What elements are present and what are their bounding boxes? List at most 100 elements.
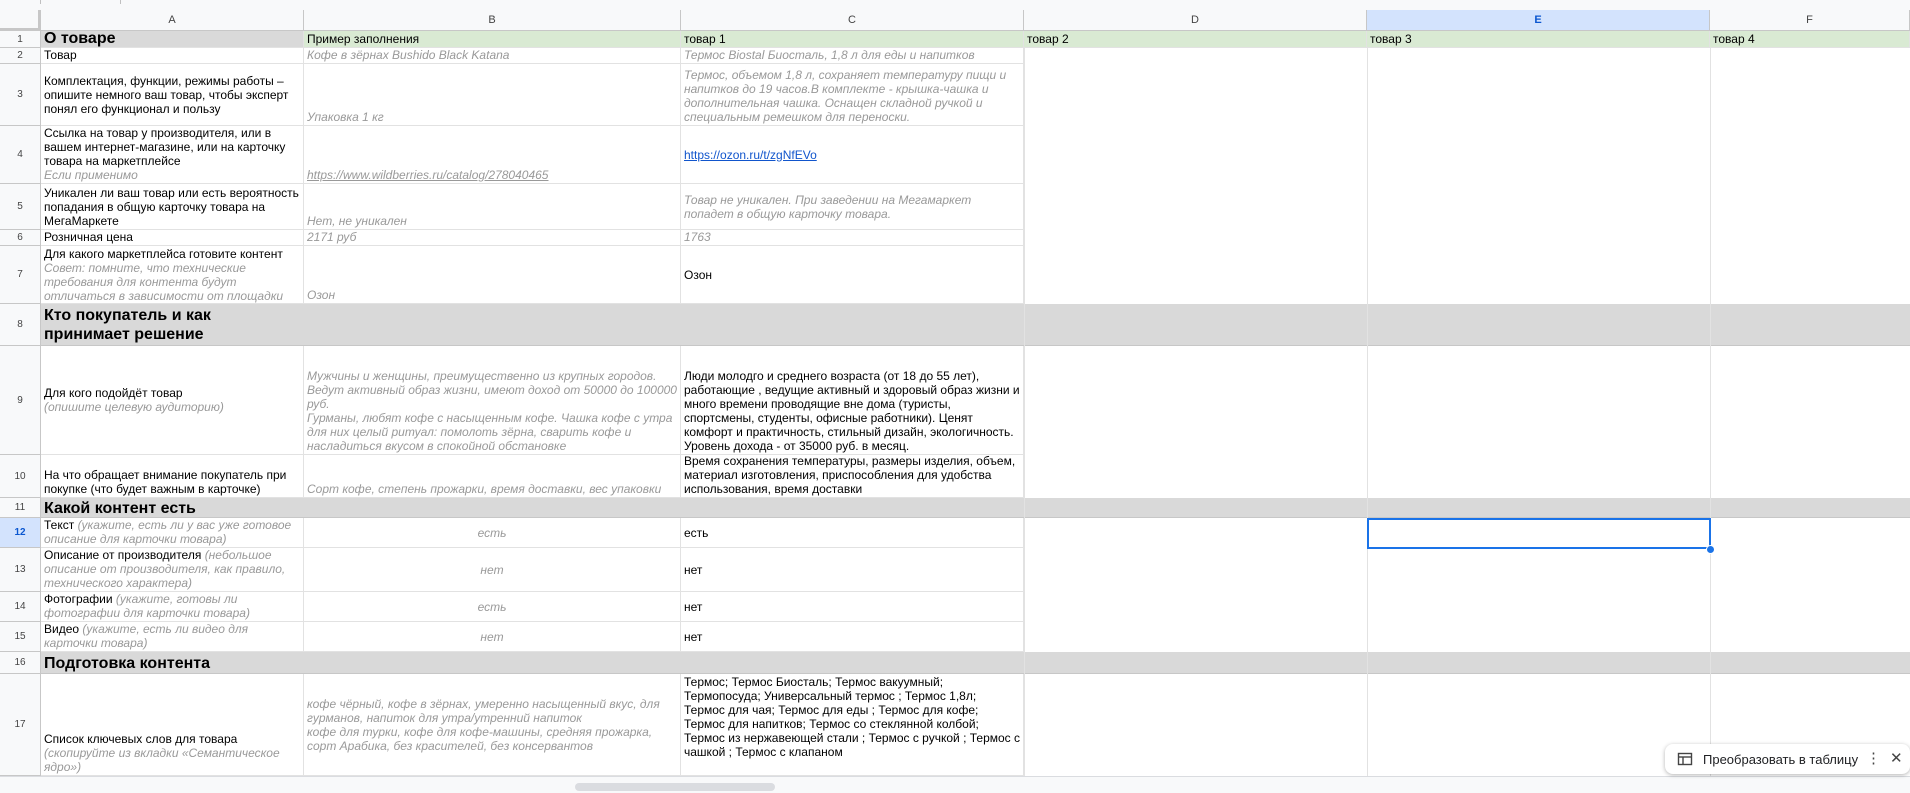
cell-a13[interactable]: Описание от производителя (небольшое опи… bbox=[41, 548, 304, 592]
cell-a17-text: Список ключевых слов для товара bbox=[44, 732, 238, 746]
cell-b5[interactable]: Нет, не уникален bbox=[304, 184, 681, 230]
cell-b14[interactable]: есть bbox=[304, 592, 681, 622]
cell-a12-text: Текст bbox=[44, 518, 75, 532]
cell-a1[interactable]: О товаре bbox=[41, 31, 304, 48]
cell-c6[interactable]: 1763 bbox=[681, 230, 1024, 246]
row-header-4[interactable]: 4 bbox=[0, 126, 41, 184]
cell-a9-hint: (опишите целевую аудиторию) bbox=[44, 400, 224, 414]
cell-c3[interactable]: Термос, объемом 1,8 л, сохраняет темпера… bbox=[681, 64, 1024, 126]
row-header-1[interactable]: 1 bbox=[0, 31, 41, 48]
gridline-d bbox=[1024, 48, 1025, 776]
cell-c7[interactable]: Озон bbox=[681, 246, 1024, 304]
cell-b6[interactable]: 2171 руб bbox=[304, 230, 681, 246]
cell-a17-hint: (скопируйте из вкладки «Семантическое яд… bbox=[44, 746, 280, 774]
cell-a14-text: Фотографии bbox=[44, 592, 113, 606]
cell-a14[interactable]: Фотографии (укажите, готовы ли фотографи… bbox=[41, 592, 304, 622]
cell-a4-hint: Если применимо bbox=[44, 168, 138, 182]
selected-cell-e12[interactable] bbox=[1367, 518, 1711, 549]
row-header-5[interactable]: 5 bbox=[0, 184, 41, 230]
cell-c12[interactable]: есть bbox=[681, 518, 1024, 548]
cell-a3[interactable]: Комплектация, функции, режимы работы – о… bbox=[41, 64, 304, 126]
row-header-8[interactable]: 8 bbox=[0, 304, 41, 346]
cell-a5[interactable]: Уникален ли ваш товар или есть вероятнос… bbox=[41, 184, 304, 230]
row-header-13[interactable]: 13 bbox=[0, 548, 41, 592]
row-header-9[interactable]: 9 bbox=[0, 346, 41, 455]
cell-a15[interactable]: Видео (укажите, есть ли видео для карточ… bbox=[41, 622, 304, 652]
section-band-buyer[interactable]: Кто покупатель и как принимает решение bbox=[41, 304, 1910, 346]
cell-c1[interactable]: товар 1 bbox=[681, 31, 1024, 48]
row-header-16[interactable]: 16 bbox=[0, 652, 41, 674]
row-header-17[interactable]: 17 bbox=[0, 674, 41, 776]
row-header-3[interactable]: 3 bbox=[0, 64, 41, 126]
cell-a4[interactable]: Ссылка на товар у производителя, или в в… bbox=[41, 126, 304, 184]
column-header-b[interactable]: B bbox=[304, 10, 681, 31]
tab-segment bbox=[40, 0, 121, 4]
cell-f1[interactable]: товар 4 bbox=[1710, 31, 1910, 48]
scrollbar-thumb[interactable] bbox=[575, 783, 775, 791]
cell-b7[interactable]: Озон bbox=[304, 246, 681, 304]
row-header-12[interactable]: 12 bbox=[0, 518, 41, 548]
cell-a4-text: Ссылка на товар у производителя, или в в… bbox=[44, 126, 286, 168]
cell-c17[interactable]: Термос; Термос Биосталь; Термос вакуумны… bbox=[681, 674, 1024, 776]
column-header-d[interactable]: D bbox=[1024, 10, 1367, 31]
example-link[interactable]: https://www.wildberries.ru/catalog/27804… bbox=[307, 168, 677, 182]
cell-a10[interactable]: На что обращает внимание покупатель при … bbox=[41, 455, 304, 498]
cell-b17[interactable]: кофе чёрный, кофе в зёрнах, умеренно нас… bbox=[304, 674, 681, 776]
table-icon bbox=[1677, 752, 1693, 766]
more-options-icon[interactable]: ⋮ bbox=[1866, 749, 1881, 767]
cell-c10[interactable]: Время сохранения температуры, размеры из… bbox=[681, 455, 1024, 498]
fill-handle[interactable] bbox=[1706, 545, 1715, 554]
cell-c2[interactable]: Термос Biostal Биосталь, 1,8 л для еды и… bbox=[681, 48, 1024, 64]
cell-d1[interactable]: товар 2 bbox=[1024, 31, 1367, 48]
cell-a17[interactable]: Список ключевых слов для товара (скопиру… bbox=[41, 674, 304, 776]
column-header-e[interactable]: E bbox=[1367, 10, 1710, 31]
convert-to-table-chip[interactable]: Преобразовать в таблицу ⋮ ✕ bbox=[1665, 744, 1910, 774]
cell-c5[interactable]: Товар не уникален. При заведении на Мега… bbox=[681, 184, 1024, 230]
cell-c4[interactable]: https://ozon.ru/t/zgNfEVo bbox=[681, 126, 1024, 184]
cell-a6[interactable]: Розничная цена bbox=[41, 230, 304, 246]
cell-b3[interactable]: Упаковка 1 кг bbox=[304, 64, 681, 126]
cell-c9[interactable]: Люди молодго и среднего возраста (от 18 … bbox=[681, 346, 1024, 455]
cell-c13[interactable]: нет bbox=[681, 548, 1024, 592]
cell-b2[interactable]: Кофе в зёрнах Bushido Black Katana bbox=[304, 48, 681, 64]
select-all-corner[interactable] bbox=[0, 10, 41, 31]
cell-e1[interactable]: товар 3 bbox=[1367, 31, 1710, 48]
cell-b10[interactable]: Сорт кофе, степень прожарки, время доста… bbox=[304, 455, 681, 498]
cell-a7[interactable]: Для какого маркетплейса готовите контент… bbox=[41, 246, 304, 304]
cell-b9[interactable]: Мужчины и женщины, преимущественно из кр… bbox=[304, 346, 681, 455]
close-icon[interactable]: ✕ bbox=[1890, 749, 1903, 767]
row-header-11[interactable]: 11 bbox=[0, 498, 41, 518]
row-header-7[interactable]: 7 bbox=[0, 246, 41, 304]
convert-to-table-label: Преобразовать в таблицу bbox=[1703, 751, 1859, 767]
cell-a12[interactable]: Текст (укажите, есть ли у вас уже готово… bbox=[41, 518, 304, 548]
cell-a9[interactable]: Для кого подойдёт товар (опишите целевую… bbox=[41, 346, 304, 455]
section-band-content[interactable]: Какой контент есть bbox=[41, 498, 1910, 518]
tab-segment bbox=[0, 0, 41, 4]
section-title-buyer: Кто покупатель и как принимает решение bbox=[44, 307, 211, 343]
row-header-15[interactable]: 15 bbox=[0, 622, 41, 652]
column-header-f[interactable]: F bbox=[1710, 10, 1910, 31]
cell-a7-text: Для какого маркетплейса готовите контент bbox=[44, 247, 283, 261]
column-header-c[interactable]: C bbox=[681, 10, 1024, 31]
cell-b15[interactable]: нет bbox=[304, 622, 681, 652]
product-link[interactable]: https://ozon.ru/t/zgNfEVo bbox=[684, 148, 1020, 162]
cell-a7-hint: Совет: помните, что технические требован… bbox=[44, 261, 284, 303]
row-header-14[interactable]: 14 bbox=[0, 592, 41, 622]
cell-a12-hint: (укажите, есть ли у вас уже готовое опис… bbox=[44, 518, 292, 546]
row-header-10[interactable]: 10 bbox=[0, 455, 41, 498]
cell-a2[interactable]: Товар bbox=[41, 48, 304, 64]
gridline-f bbox=[1710, 48, 1711, 776]
cell-b4[interactable]: https://www.wildberries.ru/catalog/27804… bbox=[304, 126, 681, 184]
row-header-6[interactable]: 6 bbox=[0, 230, 41, 246]
cell-b13[interactable]: нет bbox=[304, 548, 681, 592]
row-header-2[interactable]: 2 bbox=[0, 48, 41, 64]
gridline-e bbox=[1367, 48, 1368, 776]
cell-c14[interactable]: нет bbox=[681, 592, 1024, 622]
cell-b1[interactable]: Пример заполнения bbox=[304, 31, 681, 48]
cell-b12[interactable]: есть bbox=[304, 518, 681, 548]
column-header-a[interactable]: A bbox=[41, 10, 304, 31]
cell-a15-text: Видео bbox=[44, 622, 80, 636]
section-band-prep[interactable]: Подготовка контента bbox=[41, 652, 1910, 674]
horizontal-scrollbar[interactable] bbox=[0, 776, 1910, 793]
cell-c15[interactable]: нет bbox=[681, 622, 1024, 652]
